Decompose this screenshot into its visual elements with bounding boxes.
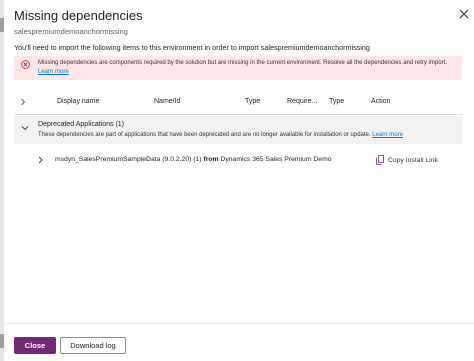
group-learn-more-link[interactable]: Learn more xyxy=(372,132,403,138)
dialog-title: Missing dependencies xyxy=(14,8,143,23)
close-icon[interactable] xyxy=(459,9,469,19)
close-button[interactable]: Close xyxy=(14,337,56,354)
dialog-subtitle: salespremiumdemoanchormissing xyxy=(14,27,128,36)
group-title: Deprecated Applications (1) xyxy=(38,121,124,128)
expand-all-chevron-icon[interactable] xyxy=(20,98,26,106)
column-header-required[interactable]: Require... xyxy=(287,98,317,105)
background-marker xyxy=(0,334,4,348)
column-header-display-name[interactable]: Display name xyxy=(57,98,99,105)
error-banner: Missing dependencies are components requ… xyxy=(14,56,462,80)
group-description-text: These dependencies are part of applicati… xyxy=(38,132,371,138)
dependency-name: msdyn_SalesPremiumSampleData (9.0.2.20) … xyxy=(55,156,202,163)
error-circle-icon xyxy=(21,60,30,69)
group-header[interactable]: Deprecated Applications (1) These depend… xyxy=(14,116,462,144)
copy-icon xyxy=(376,155,384,165)
copy-install-link-button[interactable]: Copy Install Link xyxy=(376,154,438,166)
from-label: from xyxy=(203,156,219,163)
copy-install-link-label: Copy Install Link xyxy=(388,156,438,164)
dependency-row: msdyn_SalesPremiumSampleData (9.0.2.20) … xyxy=(55,156,332,163)
chevron-right-icon[interactable] xyxy=(38,156,43,164)
column-header-name-id[interactable]: Name/Id xyxy=(154,98,180,105)
chevron-down-icon[interactable] xyxy=(21,125,29,131)
download-log-button[interactable]: Download log xyxy=(60,337,126,354)
error-message-text: Missing dependencies are components requ… xyxy=(38,60,447,66)
background-strip xyxy=(0,0,4,361)
footer-divider xyxy=(0,323,474,324)
column-header-required-type[interactable]: Type xyxy=(329,98,344,105)
error-message: Missing dependencies are components requ… xyxy=(38,59,456,76)
group-description: These dependencies are part of applicati… xyxy=(38,132,403,138)
header-divider xyxy=(14,114,462,115)
dependency-source: Dynamics 365 Sales Premium Demo xyxy=(220,156,332,163)
column-header-action[interactable]: Action xyxy=(371,98,390,105)
intro-text: You'll need to import the following item… xyxy=(14,43,370,52)
background-marker xyxy=(0,18,4,32)
learn-more-link[interactable]: Learn more xyxy=(38,69,69,75)
column-header-type[interactable]: Type xyxy=(245,98,260,105)
